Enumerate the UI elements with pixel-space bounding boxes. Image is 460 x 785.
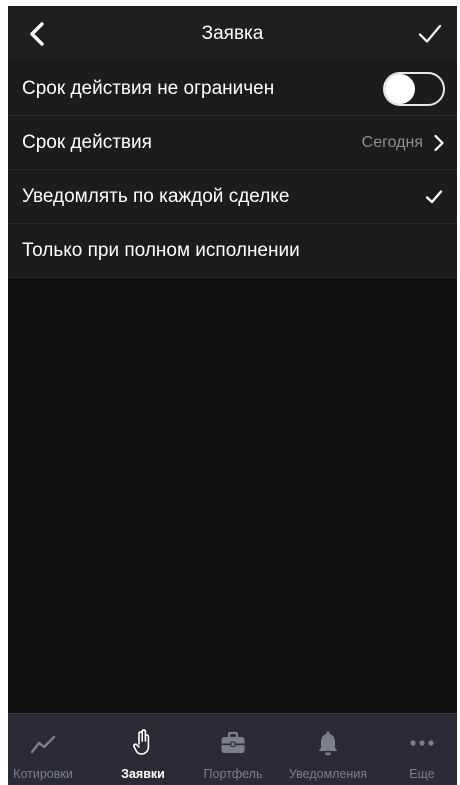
unlimited-validity-toggle[interactable]: [383, 72, 445, 106]
tab-orders[interactable]: Заявки: [98, 714, 188, 785]
tab-quotes[interactable]: Котировки: [8, 714, 88, 785]
navigation-bar: Заявка: [8, 6, 457, 62]
briefcase-icon: [221, 731, 245, 753]
toggle-knob: [385, 74, 415, 104]
chevron-left-icon[interactable]: [24, 20, 52, 48]
chart-line-icon: [30, 735, 56, 754]
app-screen: Заявка Срок действия не ограничен Срок д…: [8, 6, 457, 785]
hand-icon: [133, 729, 150, 755]
page-title: Заявка: [201, 23, 264, 44]
tab-label: Котировки: [13, 767, 73, 781]
validity-period-value: Сегодня: [361, 134, 423, 151]
checkmark-icon: [425, 190, 443, 204]
row-label: Срок действия не ограничен: [22, 78, 275, 99]
order-settings-list: Срок действия не ограничен Срок действия…: [8, 62, 457, 278]
chevron-right-icon: [434, 134, 444, 152]
tab-more[interactable]: Еще: [377, 714, 457, 785]
checkmark-icon[interactable]: [417, 21, 443, 47]
validity-period-row[interactable]: Срок действия Сегодня: [8, 116, 457, 170]
tab-bar: Котировки Заявки Портфель Уведомления Ещ…: [8, 713, 457, 785]
more-dots-icon: [410, 740, 434, 746]
row-label: Уведомлять по каждой сделке: [22, 186, 290, 207]
row-label: Срок действия: [22, 132, 152, 153]
tab-label: Портфель: [203, 767, 263, 781]
row-label: Только при полном исполнении: [22, 240, 300, 261]
tab-label: Еще: [409, 767, 435, 781]
unlimited-validity-row: Срок действия не ограничен: [8, 62, 457, 116]
full-execution-only-row[interactable]: Только при полном исполнении: [8, 224, 457, 278]
tab-portfolio[interactable]: Портфель: [188, 714, 278, 785]
tab-notifications[interactable]: Уведомления: [283, 714, 373, 785]
tab-label: Уведомления: [288, 767, 368, 781]
bell-icon: [318, 731, 338, 756]
tab-label: Заявки: [121, 767, 165, 781]
notify-each-trade-row[interactable]: Уведомлять по каждой сделке: [8, 170, 457, 224]
